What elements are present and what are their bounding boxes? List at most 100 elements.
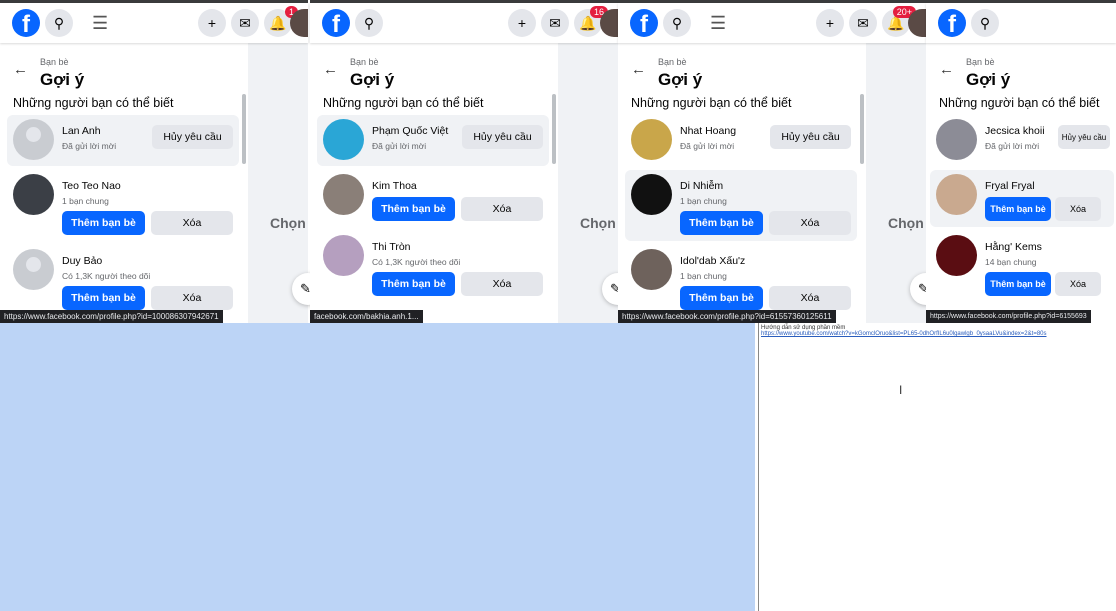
person-meta: 1 bạn chung xyxy=(680,196,727,206)
add-friend-button[interactable]: Thêm bạn bè xyxy=(372,197,455,221)
add-friend-button[interactable]: Thêm bạn bè xyxy=(985,197,1051,221)
section-heading: Những người bạn có thể biết xyxy=(323,96,484,110)
remove-button[interactable]: Xóa xyxy=(1055,197,1101,221)
remove-button[interactable]: Xóa xyxy=(150,211,233,235)
person-name[interactable]: Duy Bảo xyxy=(62,249,233,267)
menu-icon[interactable]: ☰ xyxy=(710,13,726,34)
back-arrow-icon[interactable]: ← xyxy=(631,61,646,78)
scrollbar[interactable] xyxy=(552,94,556,164)
profile-avatar[interactable] xyxy=(908,9,926,37)
scrollbar[interactable] xyxy=(242,94,246,164)
remove-button[interactable]: Xóa xyxy=(768,286,851,310)
list-item[interactable]: Idol'dab Xấu'z 1 bạn chung Thêm bạn bè Xóa xyxy=(625,245,857,316)
remove-button[interactable]: Xóa xyxy=(460,197,543,221)
avatar[interactable] xyxy=(936,235,977,276)
item-info: Idol'dab Xấu'z 1 bạn chung Thêm bạn bè Xóa xyxy=(680,249,851,310)
profile-avatar[interactable] xyxy=(600,9,618,37)
list-item[interactable]: Fryal Fryal Thêm bạn bè Xóa xyxy=(930,170,1114,227)
list-item[interactable]: Kim Thoa Thêm bạn bè Xóa xyxy=(317,170,549,227)
breadcrumb[interactable]: Bạn bè xyxy=(40,57,69,67)
remove-button[interactable]: Xóa xyxy=(460,272,543,296)
notifications-button[interactable]: 🔔 1 xyxy=(264,6,298,37)
menu-icon[interactable]: ☰ xyxy=(92,13,108,34)
facebook-window: f ⚲ + ✉ 🔔 16 ← Bạn bè Gợi ý Những người bạn có th… xyxy=(310,0,634,357)
list-item[interactable]: Hủy yêu cầu Nhat Hoang Đã gửi lời mời xyxy=(625,115,857,166)
top-navbar: f ⚲ xyxy=(926,3,1116,43)
cancel-request-button[interactable]: Hủy yêu cầu xyxy=(152,125,233,149)
notifications-button[interactable]: 🔔 20+ xyxy=(882,6,916,37)
avatar[interactable] xyxy=(323,119,364,160)
remove-button[interactable]: Xóa xyxy=(768,211,851,235)
cancel-request-button[interactable]: Hủy yêu cầu xyxy=(462,125,543,149)
create-button[interactable]: + xyxy=(198,9,226,37)
person-name[interactable]: Di Nhiễm xyxy=(680,174,851,192)
notes-editor[interactable]: Hướng dẫn sử dụng phần mềm https://www.y… xyxy=(758,323,1116,611)
back-arrow-icon[interactable]: ← xyxy=(323,61,338,78)
avatar[interactable] xyxy=(936,119,977,160)
person-name[interactable]: Kim Thoa xyxy=(372,174,543,192)
facebook-logo[interactable]: f xyxy=(938,9,966,38)
list-item[interactable]: Hằng' Kems 14 bạn chung Thêm bạn bè Xóa xyxy=(930,231,1114,302)
add-friend-button[interactable]: Thêm bạn bè xyxy=(680,211,763,235)
person-name[interactable]: Teo Teo Nao xyxy=(62,174,233,192)
messenger-button[interactable]: ✉ xyxy=(231,9,259,37)
action-buttons: Thêm bạn bèXóa xyxy=(372,197,543,221)
facebook-logo[interactable]: f xyxy=(322,9,350,38)
list-item[interactable]: Hủy yêu cầu Phạm Quốc Việt Đã gửi lời mời xyxy=(317,115,549,166)
person-meta: 1 bạn chung xyxy=(680,271,727,281)
search-button[interactable]: ⚲ xyxy=(355,9,383,37)
avatar[interactable] xyxy=(631,174,672,215)
avatar[interactable] xyxy=(13,249,54,290)
search-button[interactable]: ⚲ xyxy=(45,9,73,37)
person-meta: 14 bạn chung xyxy=(985,257,1037,267)
facebook-logo[interactable]: f xyxy=(12,9,40,38)
add-friend-button[interactable]: Thêm bạn bè xyxy=(372,272,455,296)
list-item[interactable]: Thi Tròn Có 1,3K người theo dõi Thêm bạn b… xyxy=(317,231,549,302)
person-name[interactable]: Fryal Fryal xyxy=(985,174,1108,192)
list-item[interactable]: Hủy yêu cầu Lan Anh Đã gửi lời mời xyxy=(7,115,239,166)
remove-button[interactable]: Xóa xyxy=(1055,272,1101,296)
create-button[interactable]: + xyxy=(816,9,844,37)
tutorial-link[interactable]: https://www.youtube.com/watch?v=kGomclOr… xyxy=(761,331,1116,337)
back-arrow-icon[interactable]: ← xyxy=(13,61,28,78)
avatar[interactable] xyxy=(13,174,54,215)
back-arrow-icon[interactable]: ← xyxy=(939,61,954,78)
avatar[interactable] xyxy=(936,174,977,215)
list-item[interactable]: Teo Teo Nao 1 bạn chung Thêm bạn bè Xóa xyxy=(7,170,239,241)
breadcrumb[interactable]: Bạn bè xyxy=(350,57,379,67)
person-name[interactable]: Idol'dab Xấu'z xyxy=(680,249,851,267)
add-friend-button[interactable]: Thêm bạn bè xyxy=(62,211,145,235)
add-friend-button[interactable]: Thêm bạn bè xyxy=(985,272,1051,296)
page-title: Gợi ý xyxy=(658,70,703,89)
list-item[interactable]: Duy Bảo Có 1,3K người theo dõi Thêm bạn bè… xyxy=(7,245,239,316)
cancel-request-button[interactable]: Hủy yêu cầu xyxy=(1058,125,1110,149)
avatar[interactable] xyxy=(323,174,364,215)
profile-avatar[interactable] xyxy=(290,9,308,37)
list-item[interactable]: Hủy yêu cầu Jecsica khoii Đã gửi lời mời xyxy=(930,115,1114,166)
add-friend-button[interactable]: Thêm bạn bè xyxy=(680,286,763,310)
messenger-button[interactable]: ✉ xyxy=(541,9,569,37)
cancel-request-button[interactable]: Hủy yêu cầu xyxy=(770,125,851,149)
search-button[interactable]: ⚲ xyxy=(663,9,691,37)
breadcrumb[interactable]: Bạn bè xyxy=(658,57,687,67)
suggestion-list: Hủy yêu cầu Lan Anh Đã gửi lời mời Teo Teo … xyxy=(7,115,239,320)
avatar[interactable] xyxy=(323,235,364,276)
avatar[interactable] xyxy=(631,119,672,160)
breadcrumb[interactable]: Bạn bè xyxy=(966,57,995,67)
choose-text: Chọn xyxy=(270,215,306,231)
avatar[interactable] xyxy=(631,249,672,290)
remove-button[interactable]: Xóa xyxy=(150,286,233,310)
person-name[interactable]: Thi Tròn xyxy=(372,235,543,253)
list-item[interactable]: Di Nhiễm 1 bạn chung Thêm bạn bè Xóa xyxy=(625,170,857,241)
avatar[interactable] xyxy=(13,119,54,160)
add-friend-button[interactable]: Thêm bạn bè xyxy=(62,286,145,310)
create-button[interactable]: + xyxy=(508,9,536,37)
search-button[interactable]: ⚲ xyxy=(971,9,999,37)
choose-text: Chọn xyxy=(580,215,616,231)
notifications-button[interactable]: 🔔 16 xyxy=(574,6,608,37)
scrollbar[interactable] xyxy=(860,94,864,164)
facebook-logo[interactable]: f xyxy=(630,9,658,38)
person-name[interactable]: Hằng' Kems xyxy=(985,235,1108,253)
suggestion-list: Hủy yêu cầu Nhat Hoang Đã gửi lời mời Di Nh… xyxy=(625,115,857,320)
messenger-button[interactable]: ✉ xyxy=(849,9,877,37)
